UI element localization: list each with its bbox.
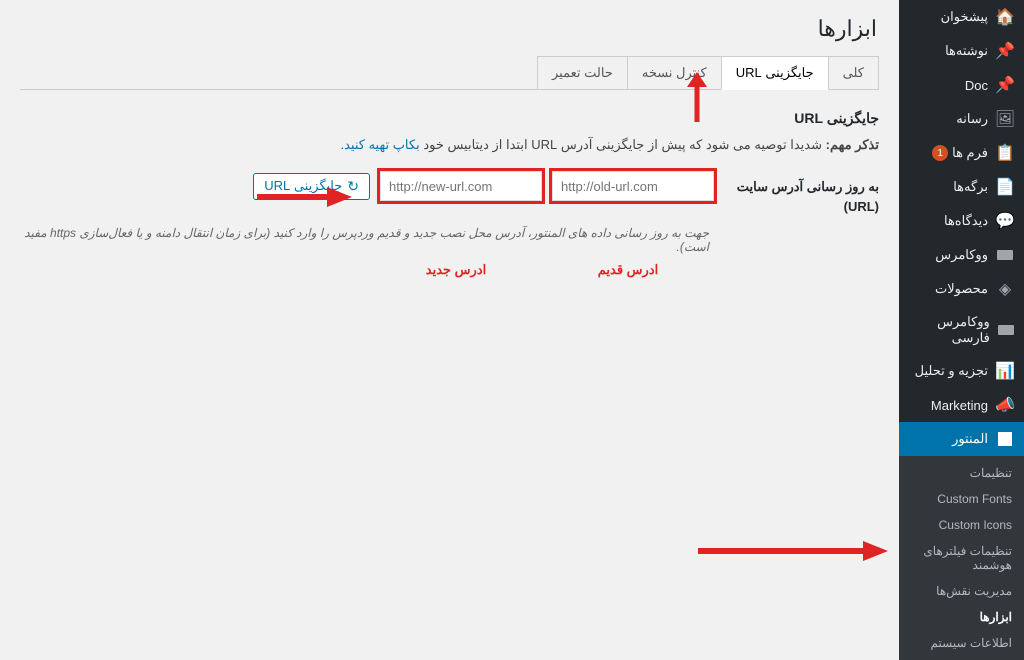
submenu-settings[interactable]: تنظیمات (899, 460, 1024, 486)
sidebar-item-label: تجزیه و تحلیل (915, 363, 988, 379)
captions-row: ادرس قدیم ادرس جدید (20, 258, 709, 278)
tab-maintenance[interactable]: حالت تعمیر (537, 56, 628, 89)
pin-icon: 📌 (996, 42, 1014, 60)
sidebar-item-label: محصولات (935, 281, 988, 297)
sidebar-item-label: پیشخوان (941, 9, 988, 25)
tab-replace-url[interactable]: جایگزینی URL (721, 56, 829, 90)
submenu-smart-filters[interactable]: تنظیمات فیلترهای هوشمند (899, 538, 1024, 578)
sidebar-item-posts[interactable]: 📌 نوشته‌ها (899, 34, 1024, 68)
sidebar-item-marketing[interactable]: 📣 Marketing (899, 388, 1024, 422)
warning-text: شدیدا توصیه می شود که پیش از جایگزینی آد… (423, 137, 822, 152)
main-content: ابزارها کلی جایگزینی URL کنترل نسخه حالت… (0, 0, 899, 298)
sidebar-item-pages[interactable]: 📄 برگه‌ها (899, 170, 1024, 204)
woo-icon (996, 246, 1014, 264)
sidebar-item-label: نوشته‌ها (945, 43, 988, 59)
sidebar-item-products[interactable]: ◈ محصولات (899, 272, 1024, 306)
sidebar-submenu: تنظیمات Custom Fonts Custom Icons تنظیما… (899, 456, 1024, 660)
megaphone-icon: 📣 (996, 396, 1014, 414)
product-icon: ◈ (996, 280, 1014, 298)
submenu-custom-icons[interactable]: Custom Icons (899, 512, 1024, 538)
section-replace-url: جایگزینی URL تذکر مهم: شدیدا توصیه می شو… (20, 110, 879, 278)
sidebar-item-dashboard[interactable]: 🏠 پیشخوان (899, 0, 1024, 34)
page-icon: 📄 (996, 178, 1014, 196)
warning-line: تذکر مهم: شدیدا توصیه می شود که پیش از ج… (20, 137, 879, 153)
sidebar-item-elementor[interactable]: المنتور (899, 422, 1024, 456)
page-title: ابزارها (20, 16, 877, 42)
tab-general[interactable]: کلی (828, 56, 879, 89)
sidebar-item-woofa[interactable]: ووکامرس فارسی (899, 306, 1024, 354)
backup-link[interactable]: بکاپ تهیه کنید (344, 137, 420, 152)
sidebar-item-label: فرم ها (952, 145, 988, 161)
helper-text: جهت به روز رسانی داده های المنتور، آدرس … (20, 226, 709, 254)
sidebar-item-forms[interactable]: 📋 فرم ها 1 (899, 136, 1024, 170)
sidebar-item-label: ووکامرس (935, 247, 988, 263)
inputs-wrap: ↻ جایگزینی URL (253, 171, 714, 201)
submenu-system-info[interactable]: اطلاعات سیستم (899, 630, 1024, 656)
tabs: کلی جایگزینی URL کنترل نسخه حالت تعمیر (20, 56, 879, 90)
sidebar-item-label: Marketing (931, 398, 988, 413)
submenu-custom-fonts[interactable]: Custom Fonts (899, 486, 1024, 512)
sidebar-item-label: دیدگاه‌ها (944, 213, 988, 229)
new-caption: ادرس جدید (375, 262, 537, 278)
replace-btn-label: جایگزینی URL (264, 178, 342, 194)
tab-version-control[interactable]: کنترل نسخه (627, 56, 722, 89)
annotation-arrow-sidebar (698, 538, 888, 564)
sidebar-item-media[interactable]: 🖼 رسانه (899, 102, 1024, 136)
new-url-input[interactable] (380, 171, 542, 201)
sidebar-item-label: Doc (965, 78, 988, 93)
admin-sidebar: 🏠 پیشخوان 📌 نوشته‌ها 📌 Doc 🖼 رسانه 📋 فرم… (899, 0, 1024, 581)
sidebar-item-analytics[interactable]: 📊 تجزیه و تحلیل (899, 354, 1024, 388)
comment-icon: 💬 (996, 212, 1014, 230)
refresh-icon: ↻ (347, 178, 359, 195)
submenu-role-manager[interactable]: مدیریت نقش‌ها (899, 578, 1024, 604)
submenu-tools[interactable]: ابزارها (899, 604, 1024, 630)
sidebar-item-woocommerce[interactable]: ووکامرس (899, 238, 1024, 272)
sidebar-item-comments[interactable]: 💬 دیدگاه‌ها (899, 204, 1024, 238)
form-icon: 📋 (996, 144, 1014, 162)
old-url-input[interactable] (552, 171, 714, 201)
woo-icon (998, 321, 1014, 339)
chart-icon: 📊 (996, 362, 1014, 380)
warning-prefix: تذکر مهم: (826, 137, 879, 152)
old-caption: ادرس قدیم (547, 262, 709, 278)
sidebar-item-label: برگه‌ها (953, 179, 988, 195)
section-heading: جایگزینی URL (20, 110, 879, 127)
sidebar-item-label: المنتور (952, 431, 988, 447)
badge-count: 1 (932, 145, 948, 161)
sidebar-item-label: ووکامرس فارسی (905, 314, 990, 346)
sidebar-item-doc[interactable]: 📌 Doc (899, 68, 1024, 102)
media-icon: 🖼 (996, 110, 1014, 128)
replace-url-button[interactable]: ↻ جایگزینی URL (253, 173, 370, 200)
form-row: به روز رسانی آدرس سایت (URL) ↻ جایگزینی … (20, 171, 879, 216)
dashboard-icon: 🏠 (996, 8, 1014, 26)
elementor-icon (996, 430, 1014, 448)
pin-icon: 📌 (996, 76, 1014, 94)
sidebar-item-label: رسانه (956, 111, 988, 127)
form-label: به روز رسانی آدرس سایت (URL) (714, 171, 879, 216)
